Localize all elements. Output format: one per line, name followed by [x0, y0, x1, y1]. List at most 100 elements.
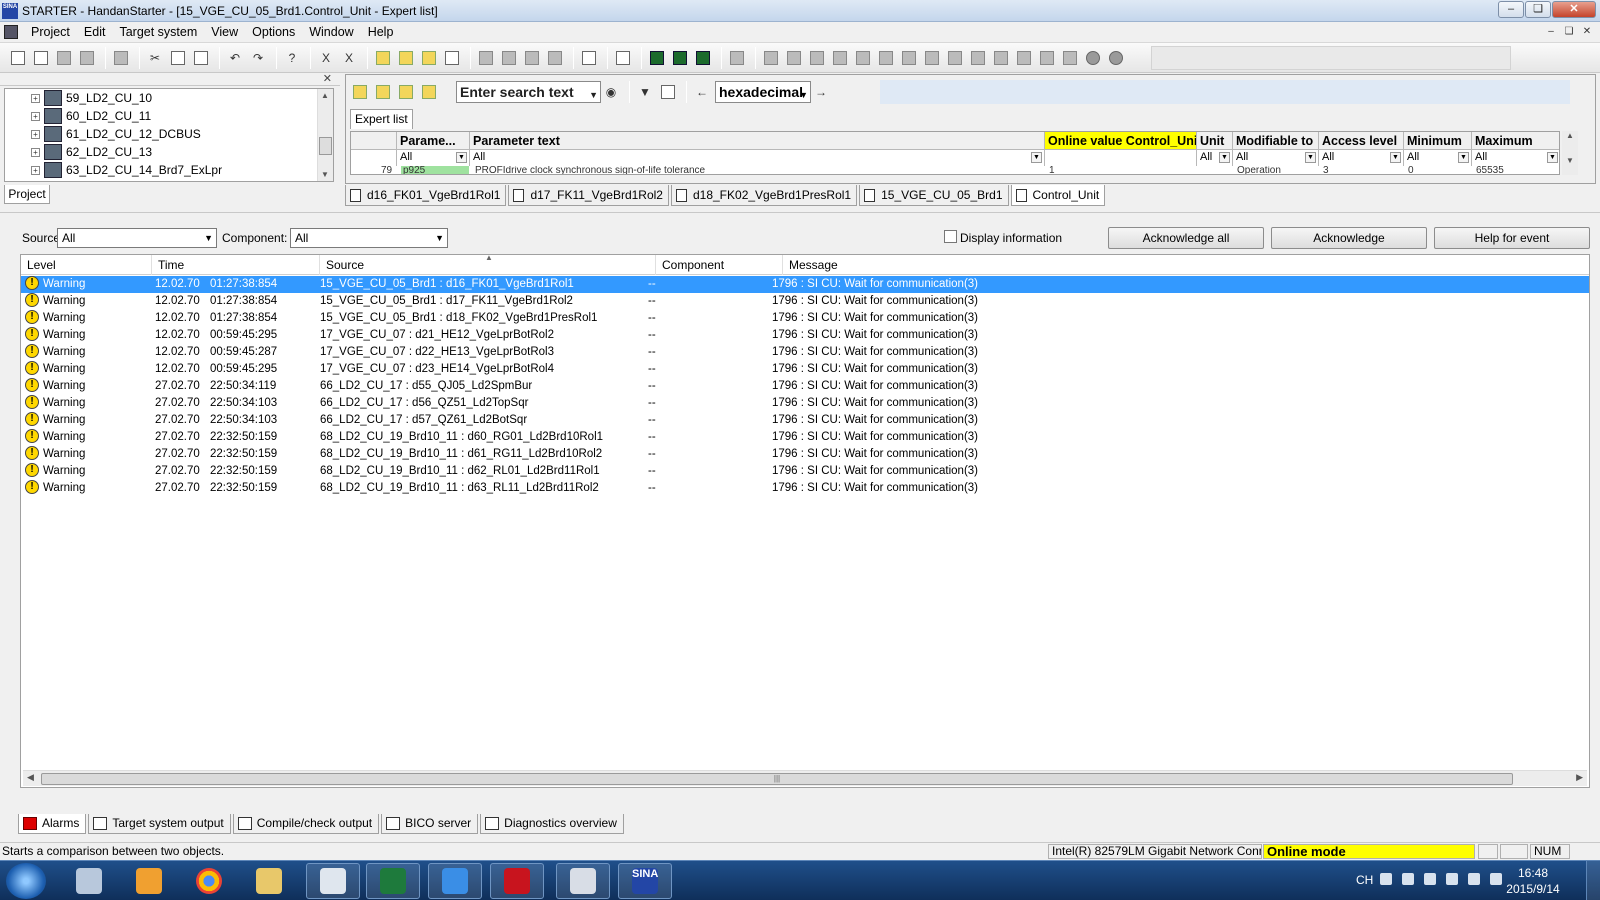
alarm-row[interactable]: ! Warning 27.02.70 22:32:50:159 68_LD2_CU_19… [21, 480, 1589, 497]
help-for-event-button[interactable]: Help for event [1434, 227, 1590, 249]
action-center-flag-icon[interactable] [1424, 873, 1436, 885]
cross-reference-2-icon[interactable]: X [339, 48, 359, 68]
scroll-thumb[interactable]: ||| [41, 773, 1513, 785]
show-desktop-button[interactable] [1586, 861, 1600, 900]
alarm-horizontal-scrollbar[interactable]: ◀ ||| ▶ [23, 770, 1587, 786]
menu-help[interactable]: Help [361, 25, 401, 39]
tool-icon-6[interactable] [853, 48, 873, 68]
expert-tool-icon-1[interactable] [350, 82, 370, 102]
redo-icon[interactable]: ↷ [248, 48, 268, 68]
outlook-taskbar-icon[interactable] [122, 863, 176, 899]
filter-maximum[interactable]: All ▼ [1472, 150, 1559, 166]
context-help-icon[interactable]: ? [282, 48, 302, 68]
scroll-up-icon[interactable]: ▲ [321, 91, 329, 100]
expert-tool-icon-2[interactable] [373, 82, 393, 102]
tool-icon-13[interactable] [1014, 48, 1034, 68]
alarm-row[interactable]: ! Warning 12.02.70 01:27:38:854 15_VGE_CU_05… [21, 276, 1589, 293]
tool-icon-10[interactable] [945, 48, 965, 68]
tree-item[interactable]: +59_LD2_CU_10 [5, 89, 333, 107]
tool-icon-1[interactable] [727, 48, 747, 68]
tab-expert-list[interactable]: Expert list [350, 109, 413, 129]
menu-target-system[interactable]: Target system [112, 25, 204, 39]
column-parameter[interactable]: Parame... [397, 132, 470, 150]
filter-funnel-icon[interactable] [351, 150, 397, 166]
expand-icon[interactable]: + [31, 129, 40, 139]
cut-icon[interactable]: ✂ [145, 48, 165, 68]
alarm-row[interactable]: ! Warning 27.02.70 22:50:34:103 66_LD2_CU_17… [21, 412, 1589, 429]
language-indicator[interactable]: CH [1356, 873, 1373, 887]
scroll-up-icon[interactable]: ▲ [1562, 131, 1578, 140]
expert-tool-icon-4[interactable] [419, 82, 439, 102]
component-select[interactable]: All ▼ [290, 228, 448, 248]
back-arrow-icon[interactable]: ← [692, 82, 712, 102]
tool-icon-11[interactable] [968, 48, 988, 68]
number-format-select[interactable]: hexadecimal ▼ [715, 81, 811, 103]
record-icon[interactable] [1083, 48, 1103, 68]
menu-edit[interactable]: Edit [77, 25, 113, 39]
alarm-row[interactable]: ! Warning 27.02.70 22:32:50:159 68_LD2_CU_19… [21, 446, 1589, 463]
compare-icon[interactable] [442, 48, 462, 68]
minimize-button[interactable]: – [1498, 1, 1524, 18]
mdi-minimize-button[interactable]: – [1542, 25, 1560, 39]
open-icon[interactable] [31, 48, 51, 68]
accessible-nodes-icon[interactable] [613, 48, 633, 68]
alarm-row[interactable]: ! Warning 12.02.70 00:59:45:295 17_VGE_CU_07… [21, 361, 1589, 378]
tree-item[interactable]: +63_LD2_CU_14_Brd7_ExLpr [5, 161, 333, 179]
target-icon-4[interactable] [545, 48, 565, 68]
tool-icon-2[interactable] [761, 48, 781, 68]
pdf-reader-taskbar-icon[interactable] [490, 863, 544, 899]
chevron-down-icon[interactable]: ▼ [435, 229, 444, 247]
chrome-taskbar-icon[interactable] [182, 863, 236, 899]
display-information-checkbox[interactable] [944, 230, 957, 243]
filter-minimum[interactable]: All ▼ [1404, 150, 1472, 166]
chevron-down-icon[interactable]: ▼ [799, 85, 808, 102]
column-level[interactable]: Level [21, 255, 152, 275]
tab-d18[interactable]: d18_FK02_VgeBrd1PresRol1 [670, 185, 858, 206]
filter-modifiable-to[interactable]: All ▼ [1233, 150, 1319, 166]
acknowledge-all-button[interactable]: Acknowledge all [1108, 227, 1264, 249]
excel-taskbar-icon[interactable] [366, 863, 420, 899]
column-message[interactable]: Message [783, 255, 1589, 275]
chevron-down-icon[interactable]: ▼ [456, 152, 467, 163]
tool-icon-5[interactable] [830, 48, 850, 68]
mdi-close-button[interactable]: ✕ [1578, 25, 1596, 39]
chevron-down-icon[interactable]: ▼ [1458, 152, 1469, 163]
mdi-restore-button[interactable]: ❏ [1560, 25, 1578, 39]
scroll-down-icon[interactable]: ▼ [1562, 156, 1578, 165]
column-component[interactable]: Component [656, 255, 783, 275]
tree-scrollbar[interactable]: ▲ ▼ [317, 89, 333, 181]
alarm-row[interactable]: ! Warning 12.02.70 01:27:38:854 15_VGE_CU_05… [21, 293, 1589, 310]
pane-divider[interactable] [0, 212, 1600, 216]
filter-settings-icon[interactable] [658, 82, 678, 102]
download-icon[interactable] [396, 48, 416, 68]
starter-app-icon[interactable]: SINA [2, 2, 18, 19]
parameter-scrollbar[interactable]: ▲ ▼ [1562, 131, 1578, 175]
forward-arrow-icon[interactable]: → [811, 82, 831, 102]
scroll-right-icon[interactable]: ▶ [1576, 772, 1583, 783]
alarm-row[interactable]: ! Warning 27.02.70 22:50:34:103 66_LD2_CU_17… [21, 395, 1589, 412]
tool-icon-14[interactable] [1037, 48, 1057, 68]
clock[interactable]: 16:48 2015/9/14 [1498, 865, 1568, 897]
scroll-left-icon[interactable]: ◀ [27, 772, 34, 783]
tool-icon-9[interactable] [922, 48, 942, 68]
tree-item[interactable]: +61_LD2_CU_12_DCBUS [5, 125, 333, 143]
filter-unit[interactable]: All ▼ [1197, 150, 1233, 166]
column-time[interactable]: Time [152, 255, 320, 275]
chevron-down-icon[interactable]: ▼ [1219, 152, 1230, 163]
column-parameter-text[interactable]: Parameter text [470, 132, 1045, 150]
tool-icon-3[interactable] [784, 48, 804, 68]
column-access-level[interactable]: Access level [1319, 132, 1404, 150]
paste-icon[interactable] [191, 48, 211, 68]
acknowledge-button[interactable]: Acknowledge [1271, 227, 1427, 249]
measure-icon[interactable] [670, 48, 690, 68]
expert-tool-icon-3[interactable] [396, 82, 416, 102]
tab-project[interactable]: Project [4, 185, 50, 204]
tab-compile-check-output[interactable]: Compile/check output [232, 814, 380, 834]
column-maximum[interactable]: Maximum [1472, 132, 1559, 150]
target-icon-3[interactable] [522, 48, 542, 68]
scroll-thumb[interactable] [319, 137, 332, 155]
menu-window[interactable]: Window [302, 25, 360, 39]
alarm-row[interactable]: ! Warning 27.02.70 22:50:34:119 66_LD2_CU_17… [21, 378, 1589, 395]
connect-target-icon[interactable] [373, 48, 393, 68]
chevron-down-icon[interactable]: ▼ [1031, 152, 1042, 163]
